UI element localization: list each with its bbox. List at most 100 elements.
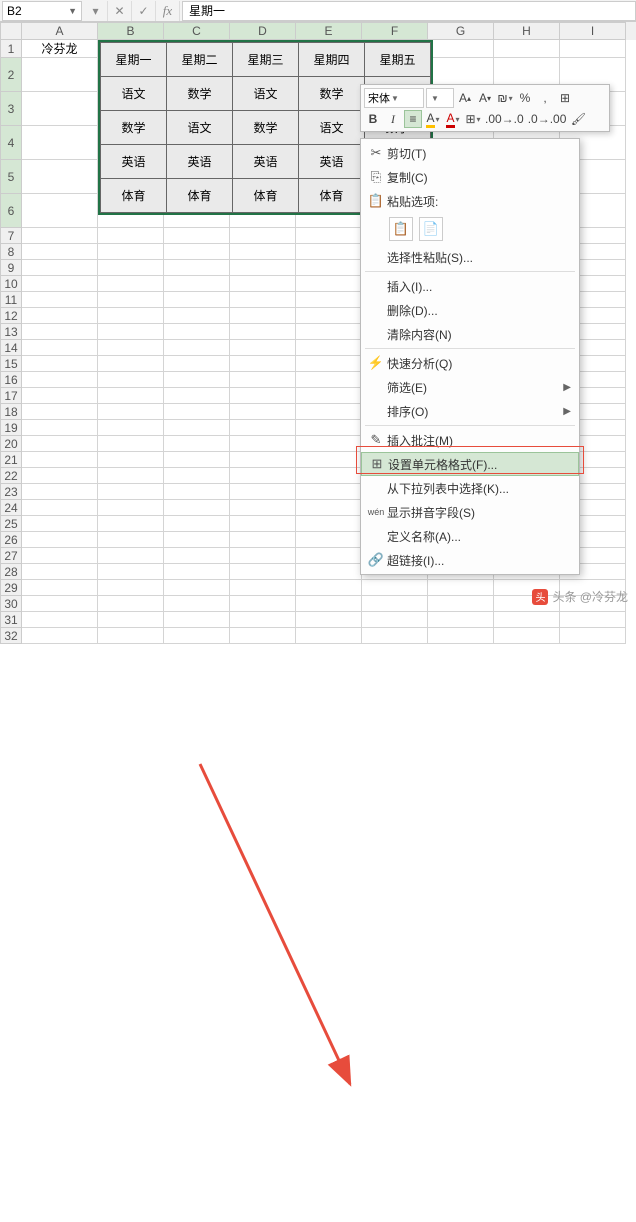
row-header-3[interactable]: 3 — [0, 92, 22, 126]
formula-input[interactable]: 星期一 — [182, 1, 636, 21]
cell-C8[interactable] — [164, 244, 230, 260]
cell-C29[interactable] — [164, 580, 230, 596]
cell-E26[interactable] — [296, 532, 362, 548]
accounting-format-icon[interactable]: ₪▾ — [496, 89, 514, 107]
table-cell[interactable]: 英语 — [233, 145, 299, 179]
cell-A10[interactable] — [22, 276, 98, 292]
col-header-D[interactable]: D — [230, 22, 296, 40]
row-header-16[interactable]: 16 — [0, 372, 22, 388]
cell-C7[interactable] — [164, 228, 230, 244]
menu-item[interactable]: 删除(D)... — [361, 298, 579, 322]
table-cell[interactable]: 星期二 — [167, 43, 233, 77]
cell-C12[interactable] — [164, 308, 230, 324]
cell-D21[interactable] — [230, 452, 296, 468]
cell-E15[interactable] — [296, 356, 362, 372]
menu-item[interactable]: ⊞设置单元格格式(F)... — [361, 452, 579, 476]
fx-icon[interactable]: fx — [156, 1, 180, 21]
cell-E25[interactable] — [296, 516, 362, 532]
menu-item[interactable]: 🔗超链接(I)... — [361, 548, 579, 572]
increase-font-icon[interactable]: A▴ — [456, 89, 474, 107]
fill-color-icon[interactable]: A▾ — [424, 110, 442, 128]
cell-A27[interactable] — [22, 548, 98, 564]
cell-B30[interactable] — [98, 596, 164, 612]
cell-E19[interactable] — [296, 420, 362, 436]
cell-C18[interactable] — [164, 404, 230, 420]
row-header-18[interactable]: 18 — [0, 404, 22, 420]
cell-C24[interactable] — [164, 500, 230, 516]
cell-F30[interactable] — [362, 596, 428, 612]
menu-item[interactable]: 筛选(E)▶ — [361, 375, 579, 399]
table-cell[interactable]: 语文 — [299, 111, 365, 145]
cell-C32[interactable] — [164, 628, 230, 644]
row-header-24[interactable]: 24 — [0, 500, 22, 516]
cell-D23[interactable] — [230, 484, 296, 500]
cell-A19[interactable] — [22, 420, 98, 436]
col-header-I[interactable]: I — [560, 22, 626, 40]
cell-C17[interactable] — [164, 388, 230, 404]
cell-B14[interactable] — [98, 340, 164, 356]
row-header-27[interactable]: 27 — [0, 548, 22, 564]
cell-C10[interactable] — [164, 276, 230, 292]
row-header-1[interactable]: 1 — [0, 40, 22, 58]
cell-A22[interactable] — [22, 468, 98, 484]
cell-E12[interactable] — [296, 308, 362, 324]
col-header-C[interactable]: C — [164, 22, 230, 40]
cell-D22[interactable] — [230, 468, 296, 484]
row-header-6[interactable]: 6 — [0, 194, 22, 228]
cell-C20[interactable] — [164, 436, 230, 452]
cell-A6[interactable] — [22, 194, 98, 228]
border-icon[interactable]: ⊞▾ — [464, 110, 482, 128]
row-header-11[interactable]: 11 — [0, 292, 22, 308]
row-header-26[interactable]: 26 — [0, 532, 22, 548]
cell-A2[interactable] — [22, 58, 98, 92]
cell-D14[interactable] — [230, 340, 296, 356]
cell-B28[interactable] — [98, 564, 164, 580]
cell-D25[interactable] — [230, 516, 296, 532]
cell-D28[interactable] — [230, 564, 296, 580]
cell-C28[interactable] — [164, 564, 230, 580]
cell-B13[interactable] — [98, 324, 164, 340]
font-select[interactable]: 宋体 ▼ — [364, 88, 424, 108]
cell-C26[interactable] — [164, 532, 230, 548]
cell-A1[interactable]: 冷芬龙 — [22, 40, 98, 58]
cell-B9[interactable] — [98, 260, 164, 276]
cell-G32[interactable] — [428, 628, 494, 644]
table-cell[interactable]: 数学 — [167, 77, 233, 111]
cell-B25[interactable] — [98, 516, 164, 532]
cell-B26[interactable] — [98, 532, 164, 548]
menu-item[interactable]: 清除内容(N) — [361, 322, 579, 346]
menu-item[interactable]: 排序(O)▶ — [361, 399, 579, 423]
cell-E8[interactable] — [296, 244, 362, 260]
row-header-30[interactable]: 30 — [0, 596, 22, 612]
font-color-icon[interactable]: A▾ — [444, 110, 462, 128]
comma-icon[interactable]: , — [536, 89, 554, 107]
cell-A18[interactable] — [22, 404, 98, 420]
cell-D9[interactable] — [230, 260, 296, 276]
cell-A30[interactable] — [22, 596, 98, 612]
row-header-13[interactable]: 13 — [0, 324, 22, 340]
cell-H31[interactable] — [494, 612, 560, 628]
table-cell[interactable]: 星期三 — [233, 43, 299, 77]
table-cell[interactable]: 英语 — [167, 145, 233, 179]
cell-B31[interactable] — [98, 612, 164, 628]
paste-option-icon[interactable]: 📋 — [389, 217, 413, 241]
cell-E23[interactable] — [296, 484, 362, 500]
cell-B15[interactable] — [98, 356, 164, 372]
menu-item[interactable]: 从下拉列表中选择(K)... — [361, 476, 579, 500]
cell-A24[interactable] — [22, 500, 98, 516]
row-header-22[interactable]: 22 — [0, 468, 22, 484]
row-header-7[interactable]: 7 — [0, 228, 22, 244]
cell-A16[interactable] — [22, 372, 98, 388]
menu-item[interactable]: 选择性粘贴(S)... — [361, 245, 579, 269]
table-cell[interactable]: 英语 — [299, 145, 365, 179]
cell-C22[interactable] — [164, 468, 230, 484]
cell-E13[interactable] — [296, 324, 362, 340]
cell-B29[interactable] — [98, 580, 164, 596]
cell-D10[interactable] — [230, 276, 296, 292]
cell-D18[interactable] — [230, 404, 296, 420]
cell-D11[interactable] — [230, 292, 296, 308]
cell-C31[interactable] — [164, 612, 230, 628]
cell-C25[interactable] — [164, 516, 230, 532]
cell-E18[interactable] — [296, 404, 362, 420]
col-header-F[interactable]: F — [362, 22, 428, 40]
